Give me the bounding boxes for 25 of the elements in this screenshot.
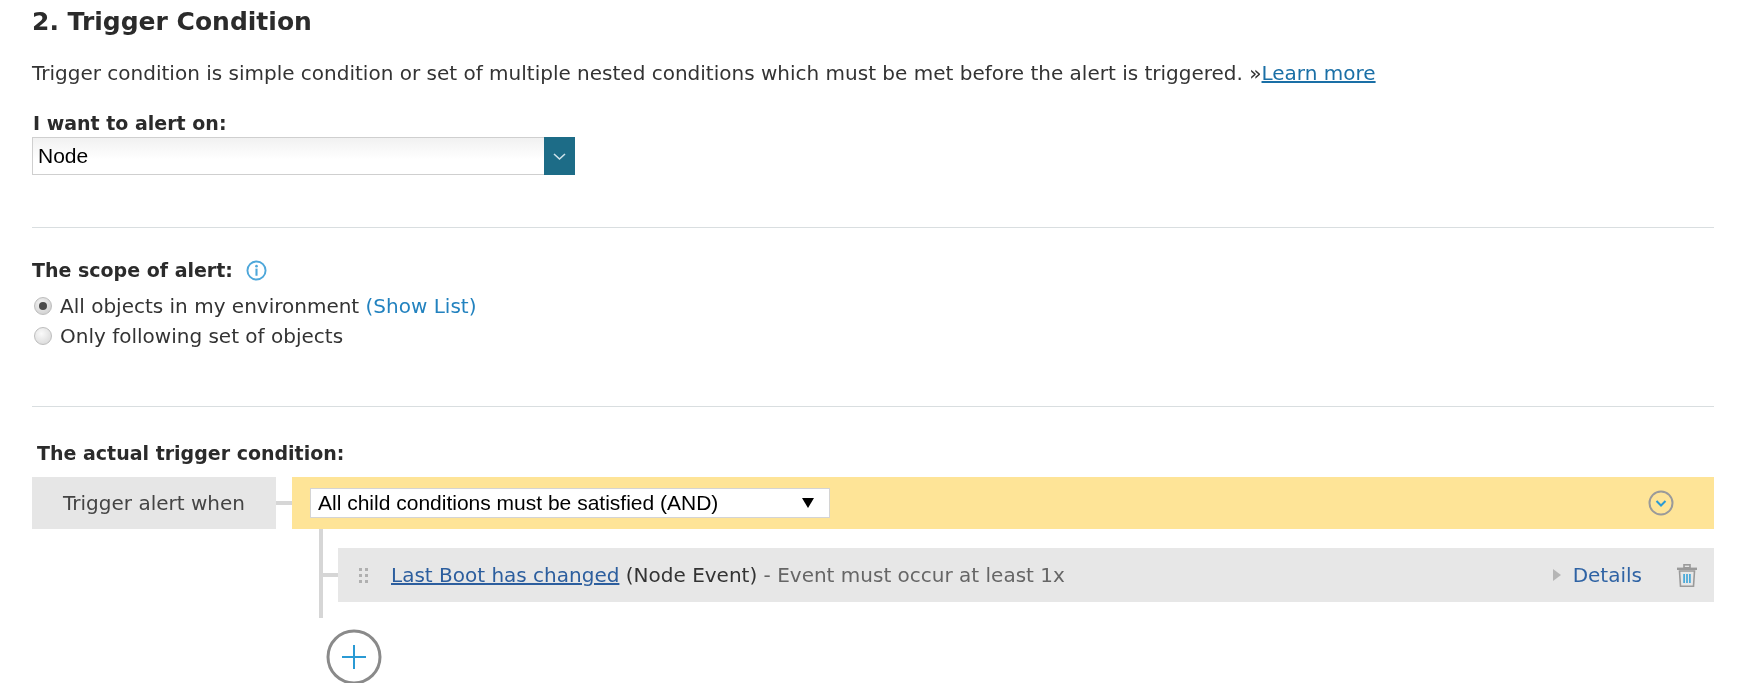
- learn-more-link[interactable]: Learn more: [1261, 61, 1376, 85]
- scope-label: The scope of alert:: [32, 259, 233, 281]
- operator-select[interactable]: All child conditions must be satisfied (AND): [310, 488, 830, 518]
- chevron-down-icon: [544, 137, 575, 175]
- object-type-select[interactable]: Node: [32, 137, 575, 175]
- drag-handle-icon[interactable]: [359, 567, 368, 583]
- radio-label: All objects in my environment (Show List): [60, 294, 477, 318]
- condition-link[interactable]: Last Boot has changed: [391, 563, 620, 587]
- trigger-condition-label: The actual trigger condition:: [36, 442, 345, 464]
- info-icon[interactable]: [245, 259, 267, 281]
- section-title: 2. Trigger Condition: [32, 6, 312, 36]
- show-list-link[interactable]: (Show List): [365, 294, 477, 318]
- caret-icon: [802, 498, 814, 508]
- alert-on-label: I want to alert on:: [32, 112, 227, 134]
- radio-label: Only following set of objects: [60, 324, 344, 348]
- condition-text: Last Boot has changed (Node Event) - Event must occur at least 1x: [391, 563, 1065, 587]
- radio-button[interactable]: [34, 297, 52, 315]
- description-text: Trigger condition is simple condition or set of multiple nested conditions which must be met before the alert is triggered. »Learn more: [32, 61, 1376, 85]
- trash-icon[interactable]: [1677, 563, 1697, 587]
- trigger-when-label: Trigger alert when: [32, 477, 276, 529]
- details-link[interactable]: Details: [1572, 563, 1642, 587]
- radio-button[interactable]: [34, 327, 52, 345]
- add-condition-button[interactable]: [326, 629, 382, 683]
- triangle-right-icon: [1552, 569, 1561, 581]
- chevron-down-icon[interactable]: [1648, 490, 1674, 516]
